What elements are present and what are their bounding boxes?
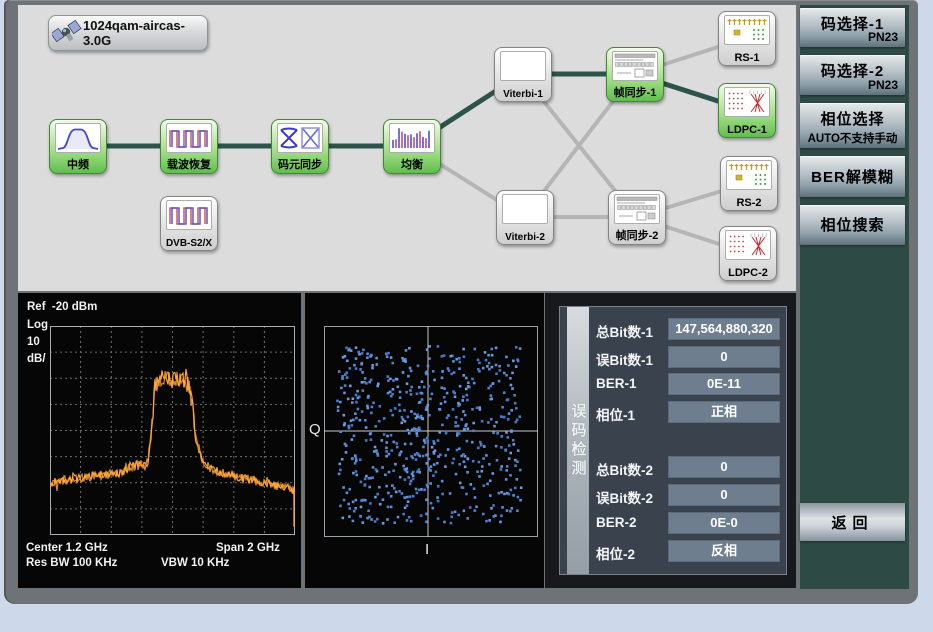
signal-select-label: 1024qam-aircas-3.0G	[83, 18, 207, 48]
ber-row: BER-2 0E-0	[596, 512, 782, 534]
frame-sync-icon	[614, 194, 660, 224]
node-label: 中频	[50, 156, 106, 172]
if-spectrum-icon	[55, 123, 101, 153]
sidebar-button-label: 相位搜索	[800, 214, 905, 235]
node-label: Viterbi-2	[497, 232, 553, 243]
eye-diagram-icon	[277, 123, 323, 153]
node-label: Viterbi-1	[495, 89, 551, 100]
frame-sync-icon	[612, 51, 658, 81]
ber-row: 误Bit数-2 0	[596, 484, 782, 506]
ber-row-label: BER-2	[596, 515, 637, 530]
node-label: RS-1	[719, 52, 775, 64]
node-rs2[interactable]: RS-2	[720, 156, 778, 211]
ber-row-value: 反相	[668, 540, 780, 562]
ber-row-label: 误Bit数-1	[596, 349, 653, 369]
back-button[interactable]: 返回	[800, 503, 905, 541]
i-axis-label: I	[425, 541, 429, 558]
sidebar-button-label: 相位选择	[800, 108, 905, 129]
node-zhen1[interactable]: 帧同步-1	[606, 47, 664, 102]
node-label: 帧同步-1	[607, 84, 663, 100]
spectrum-ref-label: Ref	[27, 301, 46, 313]
node-label: LDPC-2	[720, 267, 776, 279]
ber-row: 误Bit数-1 0	[596, 346, 782, 368]
node-viterbi1[interactable]: Viterbi-1	[494, 47, 552, 102]
ber-panel: 误码检测 总Bit数-1 147,564,880,320 误Bit数-1 0 BER-1…	[559, 306, 787, 575]
spectrum-per-div-label: dB/	[27, 353, 46, 365]
equalizer-bars-icon	[389, 123, 435, 153]
spectrum-plot	[50, 326, 295, 535]
node-label: RS-2	[721, 197, 777, 209]
ber-row-label: 误Bit数-2	[596, 487, 653, 507]
rs-code-icon	[726, 160, 772, 190]
ber-row: BER-1 0E-11	[596, 373, 782, 395]
node-ldpc2[interactable]: LDPC-2	[719, 226, 777, 281]
ber-row: 总Bit数-1 147,564,880,320	[596, 318, 782, 340]
carrier-wave-icon	[166, 200, 212, 230]
node-label: 载波恢复	[161, 156, 217, 172]
sidebar-button-label: BER解模糊	[800, 166, 905, 187]
node-label: 码元同步	[272, 156, 328, 172]
constellation-plot	[324, 326, 538, 537]
ber-row-label: 总Bit数-2	[596, 459, 653, 479]
node-label: DVB-S2/X	[161, 238, 217, 249]
spectrum-panel: Ref -20 dBm Log 10 dB/ Center 1.2 GHz Sp…	[18, 293, 301, 588]
ber-panel-container: 误码检测 总Bit数-1 147,564,880,320 误Bit数-1 0 BER-1…	[545, 293, 796, 588]
node-zaibo[interactable]: 载波恢复	[160, 119, 218, 174]
node-label: LDPC-1	[719, 124, 775, 136]
node-zhongpin[interactable]: 中频	[49, 119, 107, 174]
spectrum-vbw-label: VBW 10 KHz	[161, 557, 229, 569]
sidebar-button-3[interactable]: 相位选择AUTO不支持手动	[800, 103, 905, 148]
ber-row-label: 相位-2	[596, 543, 635, 563]
spectrum-ref-value: -20 dBm	[52, 301, 97, 313]
ber-row: 相位-2 反相	[596, 540, 782, 562]
satellite-icon	[52, 19, 82, 47]
sidebar-button-2[interactable]: 码选择-2PN23	[800, 55, 905, 95]
ber-row-value: 147,564,880,320	[668, 318, 780, 340]
node-viterbi2[interactable]: Viterbi-2	[496, 190, 554, 245]
node-dvb[interactable]: DVB-S2/X	[160, 196, 218, 251]
ber-row-value: 正相	[668, 401, 780, 423]
ber-row-value: 0E-0	[668, 512, 780, 534]
window-frame: 1024qam-aircas-3.0G 中频 载波恢复 DVB-S2/X 码元同步 均衡…	[4, 0, 918, 604]
ber-row-value: 0E-11	[668, 373, 780, 395]
carrier-wave-icon	[166, 123, 212, 153]
sidebar-button-sublabel: PN23	[868, 30, 898, 44]
constellation-panel: Q I	[305, 293, 544, 588]
sidebar-button-sublabel: PN23	[868, 78, 898, 92]
trellis-icon	[500, 51, 546, 81]
ber-row-label: 相位-1	[596, 404, 635, 424]
sidebar: 返回 码选择-1PN23 码选择-2PN23 相位选择AUTO不支持手动 BER解模糊…	[800, 5, 909, 589]
q-axis-label: Q	[309, 421, 321, 438]
trellis-icon	[502, 194, 548, 224]
node-label: 帧同步-2	[609, 227, 665, 243]
ber-row-label: BER-1	[596, 376, 637, 391]
signal-select-button[interactable]: 1024qam-aircas-3.0G	[48, 15, 208, 51]
node-rs1[interactable]: RS-1	[718, 11, 776, 66]
ldpc-graph-icon	[724, 87, 770, 117]
signal-chain-diagram: 1024qam-aircas-3.0G 中频 载波恢复 DVB-S2/X 码元同步 均衡…	[18, 5, 796, 291]
ber-row-label: 总Bit数-1	[596, 321, 653, 341]
node-ldpc1[interactable]: LDPC-1	[718, 83, 776, 138]
sidebar-button-sublabel: AUTO不支持手动	[800, 130, 905, 146]
spectrum-center-label: Center 1.2 GHz	[26, 542, 108, 554]
spectrum-log-label: Log	[27, 319, 48, 331]
node-zhen2[interactable]: 帧同步-2	[608, 190, 666, 245]
ldpc-graph-icon	[725, 230, 771, 260]
spectrum-span-label: Span 2 GHz	[216, 542, 280, 554]
sidebar-button-5[interactable]: 相位搜索	[800, 205, 905, 245]
spectrum-rbw-label: Res BW 100 KHz	[26, 557, 117, 569]
node-label: 均衡	[384, 156, 440, 172]
ber-row: 总Bit数-2 0	[596, 456, 782, 478]
spectrum-scale-label: 10	[27, 336, 40, 348]
rs-code-icon	[724, 15, 770, 45]
node-junheng[interactable]: 均衡	[383, 119, 441, 174]
node-mayuan[interactable]: 码元同步	[271, 119, 329, 174]
sidebar-button-4[interactable]: BER解模糊	[800, 156, 905, 197]
ber-row: 相位-1 正相	[596, 401, 782, 423]
ber-row-value: 0	[668, 346, 780, 368]
sidebar-button-1[interactable]: 码选择-1PN23	[800, 8, 905, 47]
ber-panel-title: 误码检测	[567, 307, 589, 574]
ber-row-value: 0	[668, 456, 780, 478]
ber-row-value: 0	[668, 484, 780, 506]
